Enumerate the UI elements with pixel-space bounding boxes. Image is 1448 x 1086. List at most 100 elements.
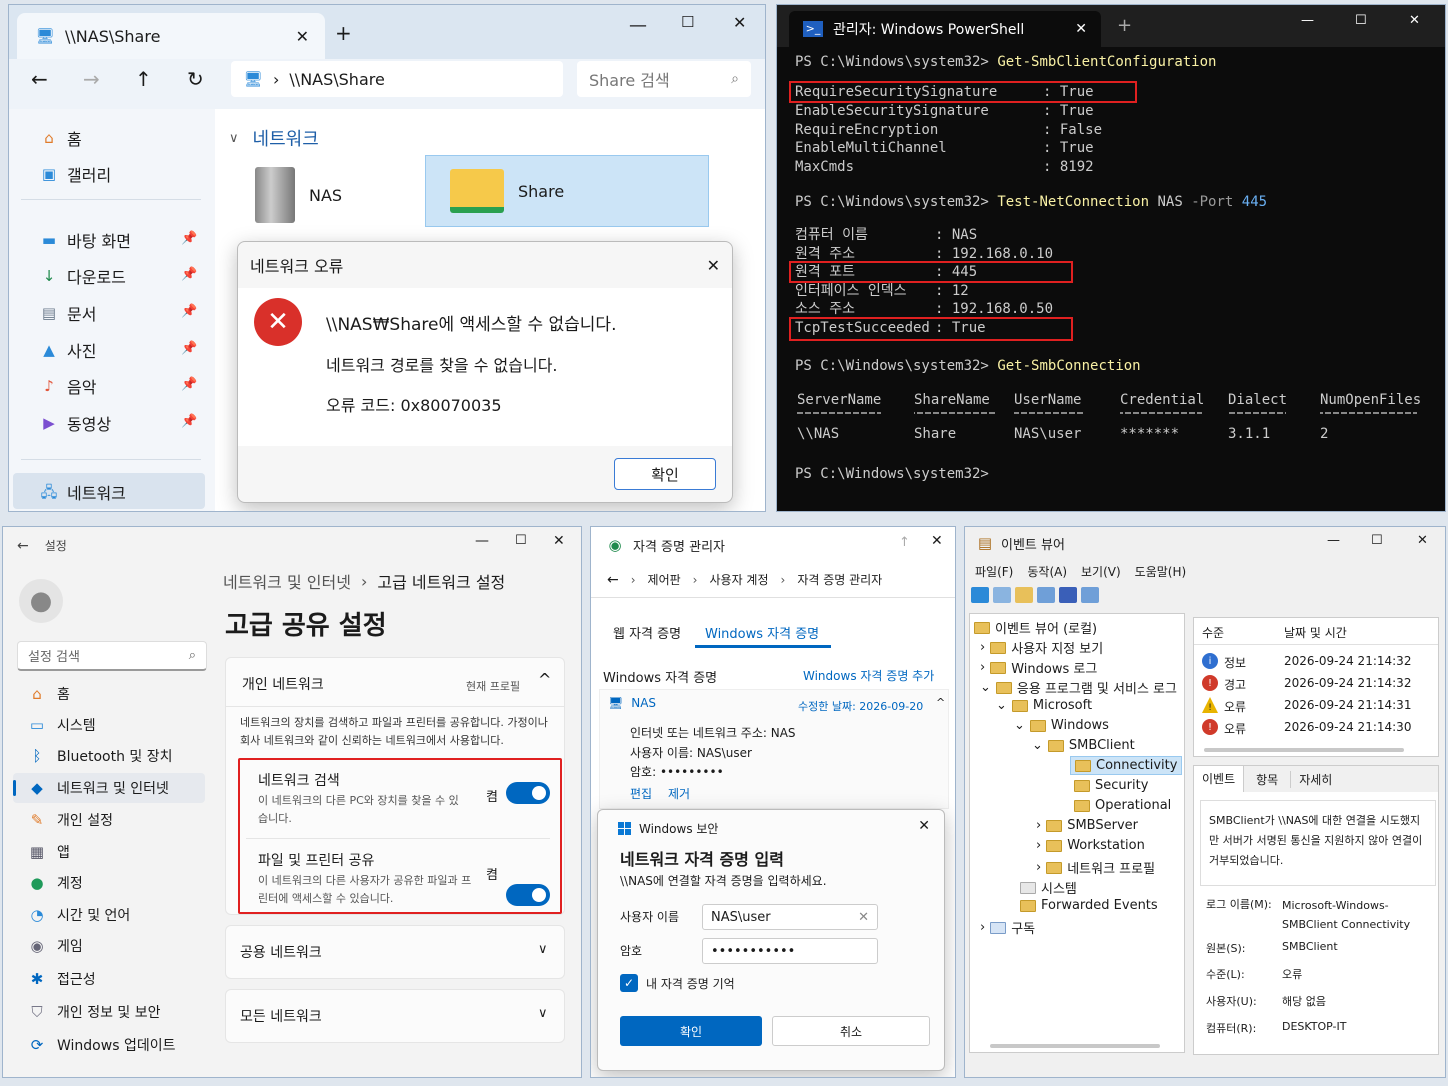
settings-nav-accessibility[interactable]: ✱ 접근성 <box>13 964 205 994</box>
search-input[interactable]: Share 검색 ⌕ <box>577 61 751 97</box>
tree-node[interactable]: ⌄ Windows <box>1014 718 1109 733</box>
settings-nav-apps[interactable]: ▦ 앱 <box>13 837 205 867</box>
explorer-tab[interactable]: 🖥 \\NAS\Share ✕ <box>17 13 325 59</box>
close-window-icon[interactable]: ✕ <box>931 533 943 549</box>
clear-icon[interactable]: ✕ <box>858 910 869 925</box>
nav-gallery[interactable]: ▣ 갤러리 <box>39 159 111 189</box>
ok-button[interactable]: 확인 <box>620 1016 762 1046</box>
tree-node[interactable]: › Workstation <box>1036 838 1145 853</box>
back-arrow-icon[interactable]: ← <box>31 67 48 91</box>
forward-arrow-icon[interactable]: → <box>83 67 100 91</box>
up-folder-icon[interactable] <box>1015 587 1033 603</box>
breadcrumb-parent[interactable]: 네트워크 및 인터넷 <box>223 569 351 593</box>
tree-node-selected[interactable]: Connectivity <box>1070 756 1183 775</box>
settings-nav-personalization[interactable]: ✎ 개인 설정 <box>13 805 205 835</box>
up-arrow-icon[interactable]: ↑ <box>135 67 152 91</box>
add-credential-link[interactable]: Windows 자격 증명 추가 <box>803 667 934 684</box>
help-icon[interactable] <box>1059 587 1077 603</box>
list-header-level[interactable]: 수준 <box>1202 624 1224 641</box>
ok-button[interactable]: 확인 <box>614 458 716 490</box>
close-window-icon[interactable]: ✕ <box>553 533 565 549</box>
event-row[interactable]: ! 경고 2026-09-24 21:14:32 <box>1202 674 1438 694</box>
close-tab-icon[interactable]: ✕ <box>296 27 309 46</box>
settings-nav-network[interactable]: ◆ 네트워크 및 인터넷 <box>13 773 205 803</box>
event-row[interactable]: i 정보 2026-09-24 21:14:32 <box>1202 652 1438 672</box>
nav-network[interactable]: 🖧 네트워크 <box>39 477 126 507</box>
username-input[interactable]: NAS\user ✕ <box>702 904 878 930</box>
horizontal-scrollbar[interactable] <box>990 1044 1160 1048</box>
menu-help[interactable]: 도움말(H) <box>1135 563 1187 580</box>
tab-details[interactable]: 자세히 <box>1290 770 1340 788</box>
private-network-title[interactable]: 개인 네트워크 <box>242 674 324 694</box>
tree-node[interactable]: › Windows 로그 <box>980 658 1097 677</box>
tree-node[interactable]: › SMBServer <box>1036 818 1138 833</box>
settings-nav-privacy[interactable]: ⛉ 개인 정보 및 보안 <box>13 997 205 1027</box>
event-row[interactable]: ! 오류 2026-09-24 21:14:30 <box>1202 718 1438 738</box>
menu-view[interactable]: 보기(V) <box>1081 563 1121 580</box>
tree-node[interactable]: Security <box>1074 778 1148 793</box>
settings-search-input[interactable]: 설정 검색 ⌕ <box>17 641 207 671</box>
tree-node[interactable]: 이벤트 뷰어 (로컬) <box>974 618 1097 637</box>
remember-row[interactable]: ✓ 내 자격 증명 기억 <box>620 974 735 992</box>
minimize-icon[interactable]: — <box>475 533 489 549</box>
tree-node[interactable]: Forwarded Events <box>1020 898 1158 913</box>
nav-documents[interactable]: ▤ 문서 <box>39 298 97 328</box>
edit-link[interactable]: 편집 <box>630 785 652 802</box>
nav-music[interactable]: ♪ 음악 <box>39 371 96 401</box>
chevron-up-icon[interactable]: ^ <box>538 670 551 689</box>
tree-node[interactable]: › 사용자 지정 보기 <box>980 638 1103 657</box>
windows-credentials-tab[interactable]: Windows 자격 증명 <box>705 623 819 642</box>
list-header-time[interactable]: 날짜 및 시간 <box>1284 624 1347 641</box>
chevron-up-icon[interactable]: ^ <box>936 696 945 709</box>
tab-properties[interactable]: 항목 <box>1244 771 1290 788</box>
tree-node[interactable]: ⌄ SMBClient <box>1032 738 1135 753</box>
all-networks-card[interactable]: 모든 네트워크 ∨ <box>225 989 565 1043</box>
breadcrumb-item[interactable]: 제어판 <box>648 571 681 588</box>
web-credentials-tab[interactable]: 웹 자격 증명 <box>613 623 681 642</box>
maximize-icon[interactable]: ☐ <box>1371 533 1383 548</box>
tree-node[interactable]: 시스템 <box>1020 878 1077 897</box>
horizontal-scrollbar[interactable] <box>1204 748 1404 752</box>
menu-action[interactable]: 동작(A) <box>1027 563 1067 580</box>
maximize-icon[interactable]: ☐ <box>1355 13 1367 28</box>
close-window-icon[interactable]: ✕ <box>1417 533 1428 548</box>
powershell-tab[interactable]: >_ 관리자: Windows PowerShell ✕ <box>789 11 1101 47</box>
up-icon[interactable]: ↑ <box>899 535 910 550</box>
menu-file[interactable]: 파일(F) <box>975 563 1013 580</box>
close-window-icon[interactable]: ✕ <box>733 13 746 32</box>
settings-nav-home[interactable]: ⌂ 홈 <box>13 679 205 709</box>
network-discovery-toggle[interactable] <box>506 782 550 804</box>
avatar[interactable]: ● <box>19 579 63 623</box>
new-tab-button[interactable]: + <box>1117 15 1132 36</box>
breadcrumb-item[interactable]: 사용자 계정 <box>709 571 768 588</box>
share-item[interactable]: Share <box>425 155 709 227</box>
forward-icon[interactable] <box>993 587 1011 603</box>
breadcrumb-item[interactable]: 자격 증명 관리자 <box>797 571 882 588</box>
checkbox-checked-icon[interactable]: ✓ <box>620 974 638 992</box>
close-window-icon[interactable]: ✕ <box>1409 13 1420 28</box>
maximize-icon[interactable]: ☐ <box>681 13 694 31</box>
address-bar[interactable]: 🖥 › \\NAS\Share <box>231 61 563 97</box>
minimize-icon[interactable]: — <box>1327 533 1340 548</box>
properties-icon[interactable] <box>1037 587 1055 603</box>
event-row[interactable]: ! 오류 2026-09-24 21:14:31 <box>1202 696 1438 716</box>
minimize-icon[interactable]: — <box>629 15 647 36</box>
close-icon[interactable]: ✕ <box>707 256 720 275</box>
settings-nav-accounts[interactable]: ● 계정 <box>13 868 205 898</box>
remove-link[interactable]: 제거 <box>668 785 690 802</box>
tree-node[interactable]: › 구독 <box>980 918 1035 937</box>
settings-nav-bluetooth[interactable]: ᛒ Bluetooth 및 장치 <box>13 741 205 771</box>
back-icon[interactable] <box>971 587 989 603</box>
settings-nav-system[interactable]: ▭ 시스템 <box>13 710 205 740</box>
nav-videos[interactable]: ▶ 동영상 <box>39 408 111 438</box>
file-sharing-toggle[interactable] <box>506 884 550 906</box>
tab-event[interactable]: 이벤트 <box>1194 766 1245 792</box>
tree-node[interactable]: ⌄ Microsoft <box>996 698 1092 713</box>
nav-desktop[interactable]: ▬ 바탕 화면 <box>39 225 131 255</box>
back-arrow-icon[interactable]: ← <box>607 572 619 588</box>
tree-node[interactable]: › 네트워크 프로필 <box>1036 858 1155 877</box>
password-input[interactable]: ••••••••••• <box>702 938 878 964</box>
settings-nav-gaming[interactable]: ◉ 게임 <box>13 931 205 961</box>
refresh-icon[interactable]: ↻ <box>187 67 204 91</box>
public-network-card[interactable]: 공용 네트워크 ∨ <box>225 925 565 979</box>
